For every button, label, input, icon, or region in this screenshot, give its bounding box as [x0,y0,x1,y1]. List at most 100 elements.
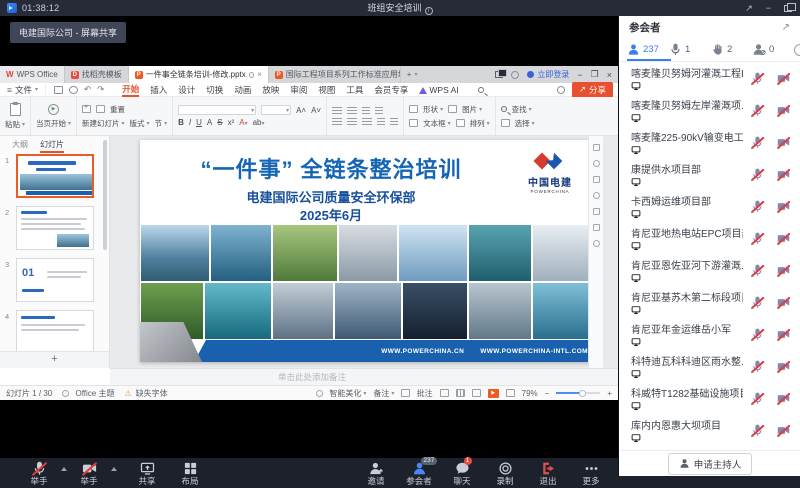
mic-muted-icon[interactable] [751,136,764,149]
minimize-panel-icon[interactable]: − [766,4,771,13]
menu-tab[interactable]: 审阅 [290,84,307,96]
sidebar-icon[interactable] [593,224,600,231]
slide-thumbnail-2[interactable] [16,206,94,250]
slide-layout-button[interactable]: 版式▾ [130,118,150,129]
participant-row[interactable]: 肯尼亚年金运维岳小军 [619,318,800,350]
tab-mic-on[interactable]: 1 [669,43,711,56]
menu-tab-wps-ai[interactable]: WPS AI [419,85,458,95]
settings-icon[interactable] [557,86,565,94]
slide-1[interactable]: “一件事” 全链条整治培训 电建国际公司质量安全环保部 2025年6月 中国电建… [140,140,600,362]
share-document-button[interactable]: ↗分享 [572,82,613,98]
participant-row[interactable]: 科威特T1282基础设施项目 [619,382,800,414]
help-icon[interactable] [511,71,519,79]
participants-button[interactable]: 237 参会者 [406,461,432,486]
mic-muted-icon[interactable] [751,296,764,309]
apply-host-button[interactable]: 申请主持人 [668,453,753,475]
strikethrough-button[interactable]: S [217,118,222,127]
missing-font-warning[interactable]: ⚠缺失字体 [124,388,167,399]
line-spacing-icon[interactable] [390,118,398,126]
underline-button[interactable]: U [196,118,202,127]
mic-muted-icon[interactable] [751,328,764,341]
mic-muted-icon[interactable] [751,392,764,405]
zoom-out-button[interactable]: − [545,389,550,398]
camera-off-icon[interactable] [777,264,790,277]
slide-thumbnail-3[interactable]: 01 [16,258,94,302]
mic-muted-icon[interactable] [751,104,764,117]
tab-pin-icon[interactable] [249,72,254,78]
camera-options-caret[interactable] [111,467,117,471]
share-screen-button[interactable]: 共享 [134,461,160,486]
camera-off-icon[interactable] [777,72,790,85]
search-participants-icon[interactable] [794,44,800,56]
search-icon[interactable] [478,87,484,93]
save-icon[interactable] [54,86,63,94]
fit-window-icon[interactable] [506,389,515,397]
char-spacing-button[interactable]: A [207,118,212,127]
camera-off-icon[interactable] [777,328,790,341]
camera-off-icon[interactable] [777,168,790,181]
menu-tab[interactable]: 放映 [262,84,279,96]
play-from-current-button[interactable]: 当页开始▾ [36,118,71,129]
camera-off-icon[interactable] [777,424,790,437]
slide-thumbnail-4[interactable] [16,310,94,354]
login-button[interactable]: 立即登录 [527,69,569,80]
record-button[interactable]: 录制 [492,461,518,486]
exit-button[interactable]: 退出 [535,461,561,486]
participant-row[interactable]: 肯尼亚地热电站EPC项目部 [619,222,800,254]
new-tab-button[interactable]: +▾ [401,66,424,83]
popout-arrow-icon[interactable]: ↗ [782,22,790,33]
zoom-slider[interactable] [556,392,600,394]
camera-off-icon[interactable] [777,200,790,213]
popout-panel-icon[interactable] [784,5,792,12]
window-minimize-icon[interactable]: − [577,70,582,80]
participant-row[interactable]: 库内内恩惠大坝项目 [619,414,800,446]
camera-off-icon[interactable] [777,136,790,149]
slides-tab[interactable]: 幻灯片 [40,139,64,153]
camera-off-icon[interactable] [777,360,790,373]
font-name-combobox[interactable] [178,105,256,115]
participant-row[interactable]: 科特迪瓦科科迪区雨水整... [619,350,800,382]
participant-row[interactable]: 康提供水项目部 [619,158,800,190]
increase-font-icon[interactable]: A˄ [296,106,306,115]
mic-muted-icon[interactable] [751,168,764,181]
new-slide-button[interactable]: 新建幻灯片▾ [82,118,125,129]
add-slide-button[interactable]: + [0,351,109,368]
more-button[interactable]: 更多 [578,461,604,486]
section-button[interactable]: 节▾ [155,118,168,129]
wps-docer-tab[interactable]: D找稻壳模板 [65,66,129,83]
menu-tab[interactable]: 设计 [178,84,195,96]
outline-tab[interactable]: 大纲 [12,139,28,153]
participant-row[interactable]: 肯尼亚恩佐亚河下游灌溉... [619,254,800,286]
tab-hand-raised[interactable]: 2 [711,43,753,56]
camera-off-icon[interactable] [777,104,790,117]
menu-tab[interactable]: 视图 [318,84,335,96]
align-left-icon[interactable] [332,118,342,126]
font-color-button[interactable]: A▾ [239,118,247,127]
camera-off-icon[interactable] [777,232,790,245]
mic-muted-icon[interactable] [751,360,764,373]
mic-button[interactable]: 举手 [26,461,52,486]
slide-sorter-icon[interactable] [456,389,465,397]
justify-icon[interactable] [377,118,385,126]
paste-button[interactable]: 粘贴▾ [5,119,25,130]
menu-tab[interactable]: 切换 [206,84,223,96]
font-size-combobox[interactable] [261,105,291,115]
tab-all-participants[interactable]: 237 [627,43,669,56]
sidebar-icon[interactable] [593,144,600,151]
picture-button[interactable]: 图片▾ [462,104,482,115]
wps-home-tab[interactable]: WWPS Office [0,66,65,83]
participant-row[interactable]: 肯尼亚基苏木第二标段项目 [619,286,800,318]
window-restore-icon[interactable]: ❐ [591,69,599,80]
mic-muted-icon[interactable] [751,424,764,437]
redo-icon[interactable]: ↷ [97,84,104,95]
sidebar-icon[interactable] [593,160,600,167]
window-close-icon[interactable]: × [607,70,612,80]
expand-panel-icon[interactable]: ↗ [745,4,753,13]
smart-beautify-button[interactable]: 智能美化▾ [316,388,366,399]
chat-button[interactable]: 1 聊天 [449,461,475,486]
find-button[interactable]: 查找▾ [512,104,532,115]
bullet-list-icon[interactable] [332,107,342,115]
wps-document-tab[interactable]: P国际工程项目系列工作标准应用培训... [269,66,401,83]
zoom-in-button[interactable]: + [607,389,612,398]
comments-button[interactable]: 批注 [401,388,432,399]
